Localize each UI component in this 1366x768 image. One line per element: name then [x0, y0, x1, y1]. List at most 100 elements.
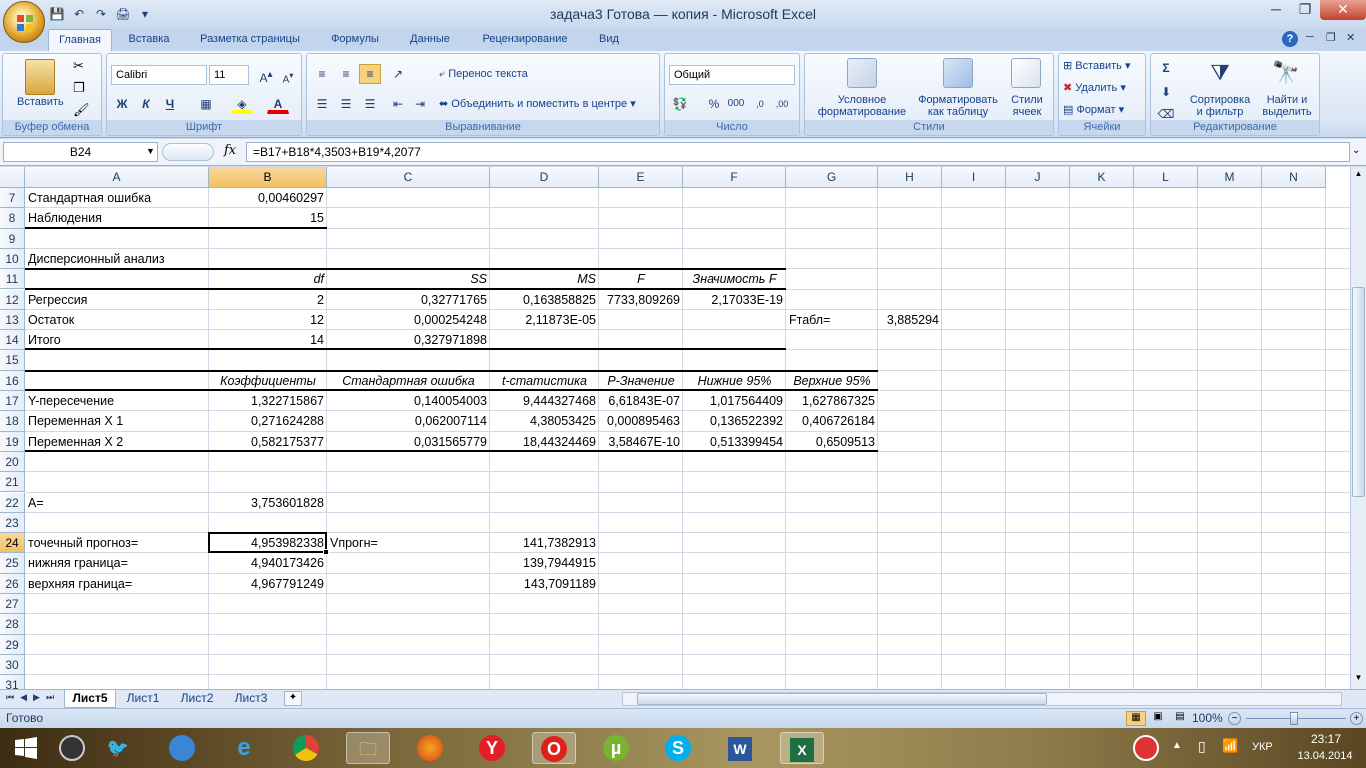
taskbar-app-skype[interactable]: S [656, 732, 700, 764]
row-header-7[interactable]: 7 [0, 188, 25, 209]
sheet-tab-list5[interactable]: Лист5 [64, 690, 116, 708]
cell-b16[interactable]: Коэффициенты [209, 371, 327, 391]
row-header-14[interactable]: 14 [0, 330, 25, 351]
taskbar-app-word[interactable]: W [718, 732, 762, 764]
row-header-31[interactable]: 31 [0, 675, 25, 689]
tray-app-icon[interactable] [1124, 732, 1168, 764]
close-button[interactable]: ✕ [1320, 0, 1366, 20]
cell-styles-icon[interactable] [1011, 58, 1041, 88]
cell-d12[interactable]: 0,163858825 [490, 290, 599, 310]
cell-b22[interactable]: 3,753601828 [209, 493, 327, 513]
tab-insert[interactable]: Вставка [118, 29, 180, 51]
row-header-21[interactable]: 21 [0, 472, 25, 493]
tab-view[interactable]: Вид [588, 29, 630, 51]
cell-a12[interactable]: Регрессия [25, 290, 209, 310]
taskbar-app-firefox[interactable] [408, 732, 452, 764]
row-header-12[interactable]: 12 [0, 289, 25, 310]
cell-c24[interactable]: Vпрогн= [327, 533, 490, 553]
restore-button[interactable]: ❐ [1291, 0, 1319, 20]
row-header-20[interactable]: 20 [0, 451, 25, 473]
align-right-icon[interactable]: ☰ [359, 94, 381, 114]
cell-b8[interactable]: 15 [209, 208, 327, 228]
cell-a8[interactable]: Наблюдения [25, 208, 209, 228]
taskbar-app-ie[interactable]: e [222, 732, 266, 764]
row-header-17[interactable]: 17 [0, 391, 25, 412]
thousands-button[interactable]: 000 [725, 94, 747, 114]
align-middle-icon[interactable]: ≡ [335, 64, 357, 84]
taskbar-app-yandex[interactable]: Y [470, 732, 514, 764]
cell-f11[interactable]: Значимость F [683, 269, 786, 289]
copy-icon[interactable]: ❐ [73, 80, 85, 96]
row-header-29[interactable]: 29 [0, 634, 25, 655]
tray-arrow-icon[interactable]: ▲ [1172, 740, 1182, 751]
clock-time[interactable]: 23:17 [1300, 732, 1352, 746]
zoom-level[interactable]: 100% [1192, 711, 1223, 725]
column-header-k[interactable]: K [1070, 167, 1134, 188]
row-header-8[interactable]: 8 [0, 208, 25, 229]
grow-font-icon[interactable]: A▴ [255, 65, 277, 85]
sheet-nav-icon[interactable]: ⏮◀▶⏭ [6, 692, 60, 703]
horizontal-scrollbar[interactable] [622, 692, 1342, 706]
orientation-icon[interactable]: ↗ [387, 64, 409, 84]
increase-decimal-icon[interactable]: ,0 [749, 94, 771, 114]
cell-a22[interactable]: A= [25, 493, 209, 513]
row-header-23[interactable]: 23 [0, 512, 25, 534]
currency-icon[interactable]: 💱 [669, 94, 691, 114]
align-bottom-icon[interactable]: ≡ [359, 64, 381, 84]
row-header-30[interactable]: 30 [0, 654, 25, 676]
cell-b14[interactable]: 14 [209, 330, 327, 350]
percent-button[interactable]: % [703, 94, 725, 114]
workbook-minimize-button[interactable]: ─ [1306, 31, 1314, 43]
format-painter-icon[interactable]: 🖌 [73, 102, 90, 118]
taskbar-app-1[interactable] [50, 732, 94, 764]
cell-b13[interactable]: 12 [209, 310, 327, 330]
column-header-b[interactable]: B [209, 167, 327, 188]
network-icon[interactable]: 📶 [1222, 738, 1238, 754]
font-size-combo[interactable]: 11 [209, 65, 249, 85]
sort-filter-icon[interactable]: ⧩ [1205, 58, 1235, 88]
cell-d24[interactable]: 141,7382913 [490, 533, 599, 553]
taskbar-app-sound[interactable] [160, 732, 204, 764]
zoom-in-icon[interactable]: + [1350, 712, 1363, 725]
cell-g18[interactable]: 0,406726184 [786, 411, 878, 431]
column-header-l[interactable]: L [1134, 167, 1198, 188]
cell-e12[interactable]: 7733,809269 [599, 290, 683, 310]
conditional-formatting-button[interactable]: Условное форматирование [807, 94, 917, 118]
name-box[interactable]: B24 [3, 142, 158, 162]
align-left-icon[interactable]: ☰ [311, 94, 333, 114]
zoom-out-icon[interactable]: − [1228, 712, 1241, 725]
cell-d11[interactable]: MS [490, 269, 599, 289]
font-color-icon[interactable]: A [267, 94, 289, 114]
expand-formula-bar-icon[interactable]: ⌄ [1352, 145, 1360, 156]
cell-d26[interactable]: 143,7091189 [490, 574, 599, 594]
cell-f12[interactable]: 2,17033E-19 [683, 290, 786, 310]
cell-c18[interactable]: 0,062007114 [327, 411, 490, 431]
cell-c11[interactable]: SS [327, 269, 490, 289]
cell-c12[interactable]: 0,32771765 [327, 290, 490, 310]
cell-b11[interactable]: df [209, 269, 327, 289]
cell-b12[interactable]: 2 [209, 290, 327, 310]
italic-button[interactable]: К [135, 94, 157, 114]
row-header-27[interactable]: 27 [0, 594, 25, 615]
column-header-e[interactable]: E [599, 167, 683, 188]
zoom-slider-thumb[interactable] [1290, 712, 1298, 725]
insert-function-icon[interactable]: fx [224, 143, 236, 158]
tab-data[interactable]: Данные [398, 29, 462, 51]
vertical-scroll-thumb[interactable] [1352, 287, 1365, 497]
column-header-j[interactable]: J [1006, 167, 1070, 188]
cell-a7[interactable]: Стандартная ошибка [25, 188, 209, 208]
start-button[interactable] [4, 732, 48, 764]
battery-icon[interactable]: ▯ [1198, 738, 1206, 755]
sheet-tab-list3[interactable]: Лист3 [226, 690, 276, 708]
formula-input[interactable]: =B17+B18*4,3503+B19*4,2077 [246, 142, 1350, 162]
decrease-indent-icon[interactable]: ⇤ [387, 94, 409, 114]
cell-c16[interactable]: Стандартная ошибка [327, 371, 490, 391]
merge-center-button[interactable]: ⬌ Объединить и поместить в центре ▾ [439, 97, 636, 110]
row-header-13[interactable]: 13 [0, 309, 25, 331]
row-header-22[interactable]: 22 [0, 492, 25, 513]
scroll-up-icon[interactable]: ▲ [1353, 169, 1364, 181]
cell-b25[interactable]: 4,940173426 [209, 553, 327, 573]
cell-f17[interactable]: 1,017564409 [683, 391, 786, 411]
format-cells-button[interactable]: ▤ Формат ▾ [1063, 103, 1124, 116]
office-button[interactable] [3, 1, 45, 43]
